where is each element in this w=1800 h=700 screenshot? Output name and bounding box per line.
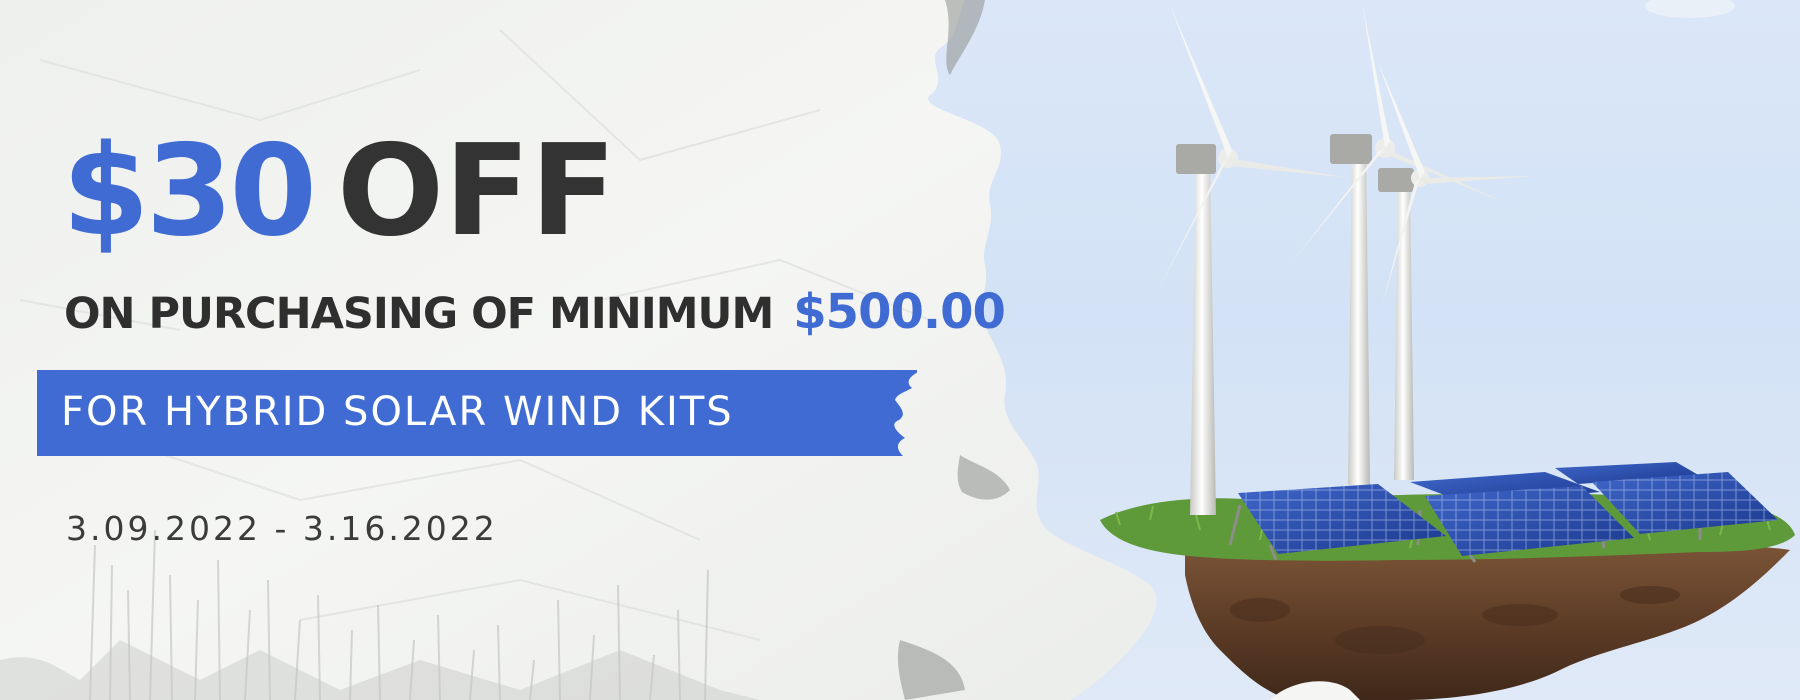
renewable-energy-illustration: [1100, 2, 1795, 700]
discount-word: OFF: [337, 117, 617, 264]
wind-turbine-1: [1158, 5, 1350, 290]
condition-text: ON PURCHASING OF MINIMUM: [64, 289, 774, 339]
discount-amount: $30: [62, 117, 317, 264]
promo-banner: $30 OFF ON PURCHASING OF MINIMUM $500.00 …: [0, 0, 1800, 700]
minimum-purchase-text: ON PURCHASING OF MINIMUM $500.00: [64, 288, 1006, 339]
floating-island: [1185, 545, 1790, 700]
promo-date-range: 3.09.2022 - 3.16.2022: [66, 509, 498, 548]
minimum-amount: $500.00: [793, 284, 1006, 340]
discount-headline: $30 OFF: [62, 128, 616, 254]
banner-text: FOR HYBRID SOLAR WIND KITS: [61, 389, 734, 435]
product-banner: FOR HYBRID SOLAR WIND KITS: [37, 370, 917, 456]
